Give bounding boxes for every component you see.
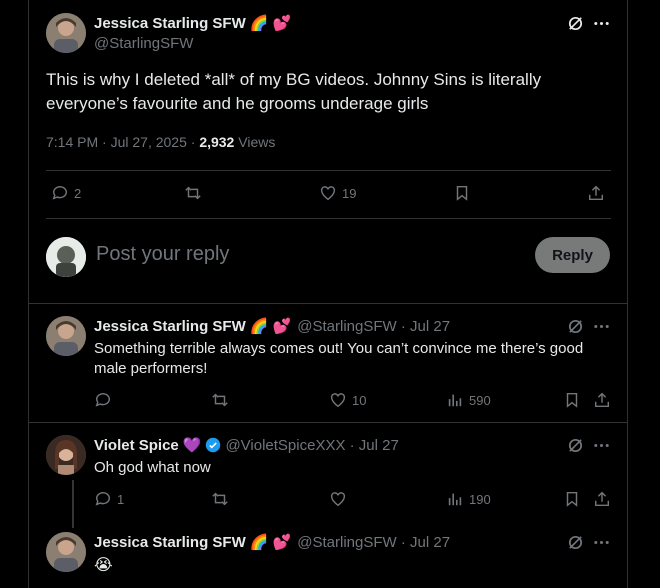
bookmark-icon bbox=[456, 185, 468, 201]
post-text-line: This is why I deleted *all* of my BG vid… bbox=[46, 70, 542, 89]
thread-line bbox=[72, 480, 74, 528]
bookmark-icon bbox=[566, 491, 578, 507]
author-name[interactable]: Jessica Starling SFW bbox=[94, 15, 246, 32]
reply-action[interactable] bbox=[94, 391, 117, 409]
reply-avatar[interactable] bbox=[46, 532, 86, 572]
reply-count: 2 bbox=[74, 185, 82, 201]
views-label: Views bbox=[234, 134, 276, 150]
grok-icon[interactable] bbox=[566, 436, 585, 455]
reply-input[interactable]: Post your reply bbox=[96, 243, 229, 266]
divider bbox=[46, 170, 611, 171]
grok-icon[interactable] bbox=[566, 14, 585, 33]
heart-icon bbox=[320, 186, 336, 201]
author-emoji: 🌈 💕 bbox=[249, 15, 292, 32]
author-emoji: 🌈 💕 bbox=[249, 318, 292, 335]
like-action[interactable]: 10 bbox=[329, 391, 366, 409]
author-emoji: 💜 bbox=[182, 437, 202, 454]
reply-icon bbox=[52, 186, 67, 200]
reply-avatar[interactable] bbox=[46, 435, 86, 475]
post-timestamp[interactable]: 7:14 PM · Jul 27, 2025 · bbox=[46, 134, 199, 150]
reply-button[interactable]: Reply bbox=[535, 237, 610, 273]
views-count: 190 bbox=[469, 491, 491, 507]
divider bbox=[29, 422, 627, 423]
repost-icon bbox=[212, 492, 228, 506]
bookmark-action[interactable] bbox=[563, 391, 581, 409]
views-action[interactable]: 590 bbox=[446, 391, 491, 409]
reply-author-name[interactable]: Jessica Starling SFW bbox=[94, 534, 246, 551]
share-icon bbox=[588, 185, 604, 201]
repost-icon bbox=[185, 186, 201, 200]
reply-header: Jessica Starling SFW 🌈 💕 @StarlingSFW · … bbox=[94, 533, 450, 552]
reply-text: 😭 bbox=[94, 557, 113, 574]
repost-action[interactable] bbox=[211, 391, 229, 409]
reply-header: Jessica Starling SFW 🌈 💕 @StarlingSFW · … bbox=[94, 317, 450, 336]
repost-action[interactable] bbox=[184, 184, 202, 202]
grok-icon[interactable] bbox=[566, 533, 585, 552]
reply-text: Something terrible always comes out! You… bbox=[94, 339, 583, 379]
reply-icon bbox=[95, 393, 110, 407]
analytics-icon bbox=[448, 493, 462, 506]
views-count: 2,932 bbox=[199, 134, 235, 150]
reply-text-line: Something terrible always comes out! You… bbox=[94, 340, 584, 357]
reply-author-name[interactable]: Jessica Starling SFW bbox=[94, 318, 246, 335]
bookmark-action[interactable] bbox=[563, 490, 581, 508]
reply-action[interactable]: 2 bbox=[51, 184, 81, 202]
reply-text: Oh god what now bbox=[94, 459, 211, 476]
repost-icon bbox=[212, 393, 228, 407]
analytics-icon bbox=[448, 394, 462, 407]
heart-icon bbox=[330, 492, 346, 507]
like-action[interactable] bbox=[329, 490, 347, 508]
reply-author-name[interactable]: Violet Spice bbox=[94, 437, 179, 454]
more-options-icon[interactable] bbox=[592, 436, 611, 455]
verified-badge-icon bbox=[205, 437, 221, 453]
bookmark-action[interactable] bbox=[453, 184, 471, 202]
post-meta: 7:14 PM · Jul 27, 2025 · 2,932 Views bbox=[46, 134, 275, 150]
my-avatar[interactable] bbox=[46, 237, 86, 277]
main-post-author[interactable]: Jessica Starling SFW 🌈 💕 bbox=[94, 14, 292, 33]
timeline-column: Jessica Starling SFW 🌈 💕 @StarlingSFW Th… bbox=[28, 0, 628, 588]
reply-action[interactable]: 1 bbox=[94, 490, 124, 508]
reply-count: 1 bbox=[117, 491, 125, 507]
reply-avatar[interactable] bbox=[46, 316, 86, 356]
share-action[interactable] bbox=[587, 184, 605, 202]
like-count: 10 bbox=[352, 392, 367, 408]
repost-action[interactable] bbox=[211, 490, 229, 508]
grok-icon[interactable] bbox=[566, 317, 585, 336]
more-options-icon[interactable] bbox=[592, 533, 611, 552]
reply-handle-date[interactable]: @VioletSpiceXXX · Jul 27 bbox=[225, 437, 398, 454]
like-action[interactable]: 19 bbox=[319, 184, 356, 202]
heart-icon bbox=[330, 393, 346, 408]
like-count: 19 bbox=[342, 185, 357, 201]
bookmark-icon bbox=[566, 392, 578, 408]
reply-handle-date[interactable]: @StarlingSFW · Jul 27 bbox=[297, 318, 450, 335]
main-post-text: This is why I deleted *all* of my BG vid… bbox=[46, 68, 541, 116]
share-icon bbox=[594, 491, 610, 507]
divider bbox=[29, 303, 627, 304]
author-emoji: 🌈 💕 bbox=[249, 534, 292, 551]
divider bbox=[46, 218, 611, 219]
share-icon bbox=[594, 392, 610, 408]
reply-text-line: male performers! bbox=[94, 360, 208, 377]
post-text-line: everyone’s favourite and he grooms under… bbox=[46, 94, 429, 113]
reply-icon bbox=[95, 492, 110, 506]
views-count: 590 bbox=[469, 392, 491, 408]
main-post-avatar[interactable] bbox=[46, 13, 86, 53]
views-action[interactable]: 190 bbox=[446, 490, 491, 508]
share-action[interactable] bbox=[593, 490, 611, 508]
reply-header: Violet Spice 💜 @VioletSpiceXXX · Jul 27 bbox=[94, 436, 399, 455]
author-handle[interactable]: @StarlingSFW bbox=[94, 35, 193, 52]
reply-handle-date[interactable]: @StarlingSFW · Jul 27 bbox=[297, 534, 450, 551]
more-options-icon[interactable] bbox=[592, 14, 611, 33]
more-options-icon[interactable] bbox=[592, 317, 611, 336]
share-action[interactable] bbox=[593, 391, 611, 409]
